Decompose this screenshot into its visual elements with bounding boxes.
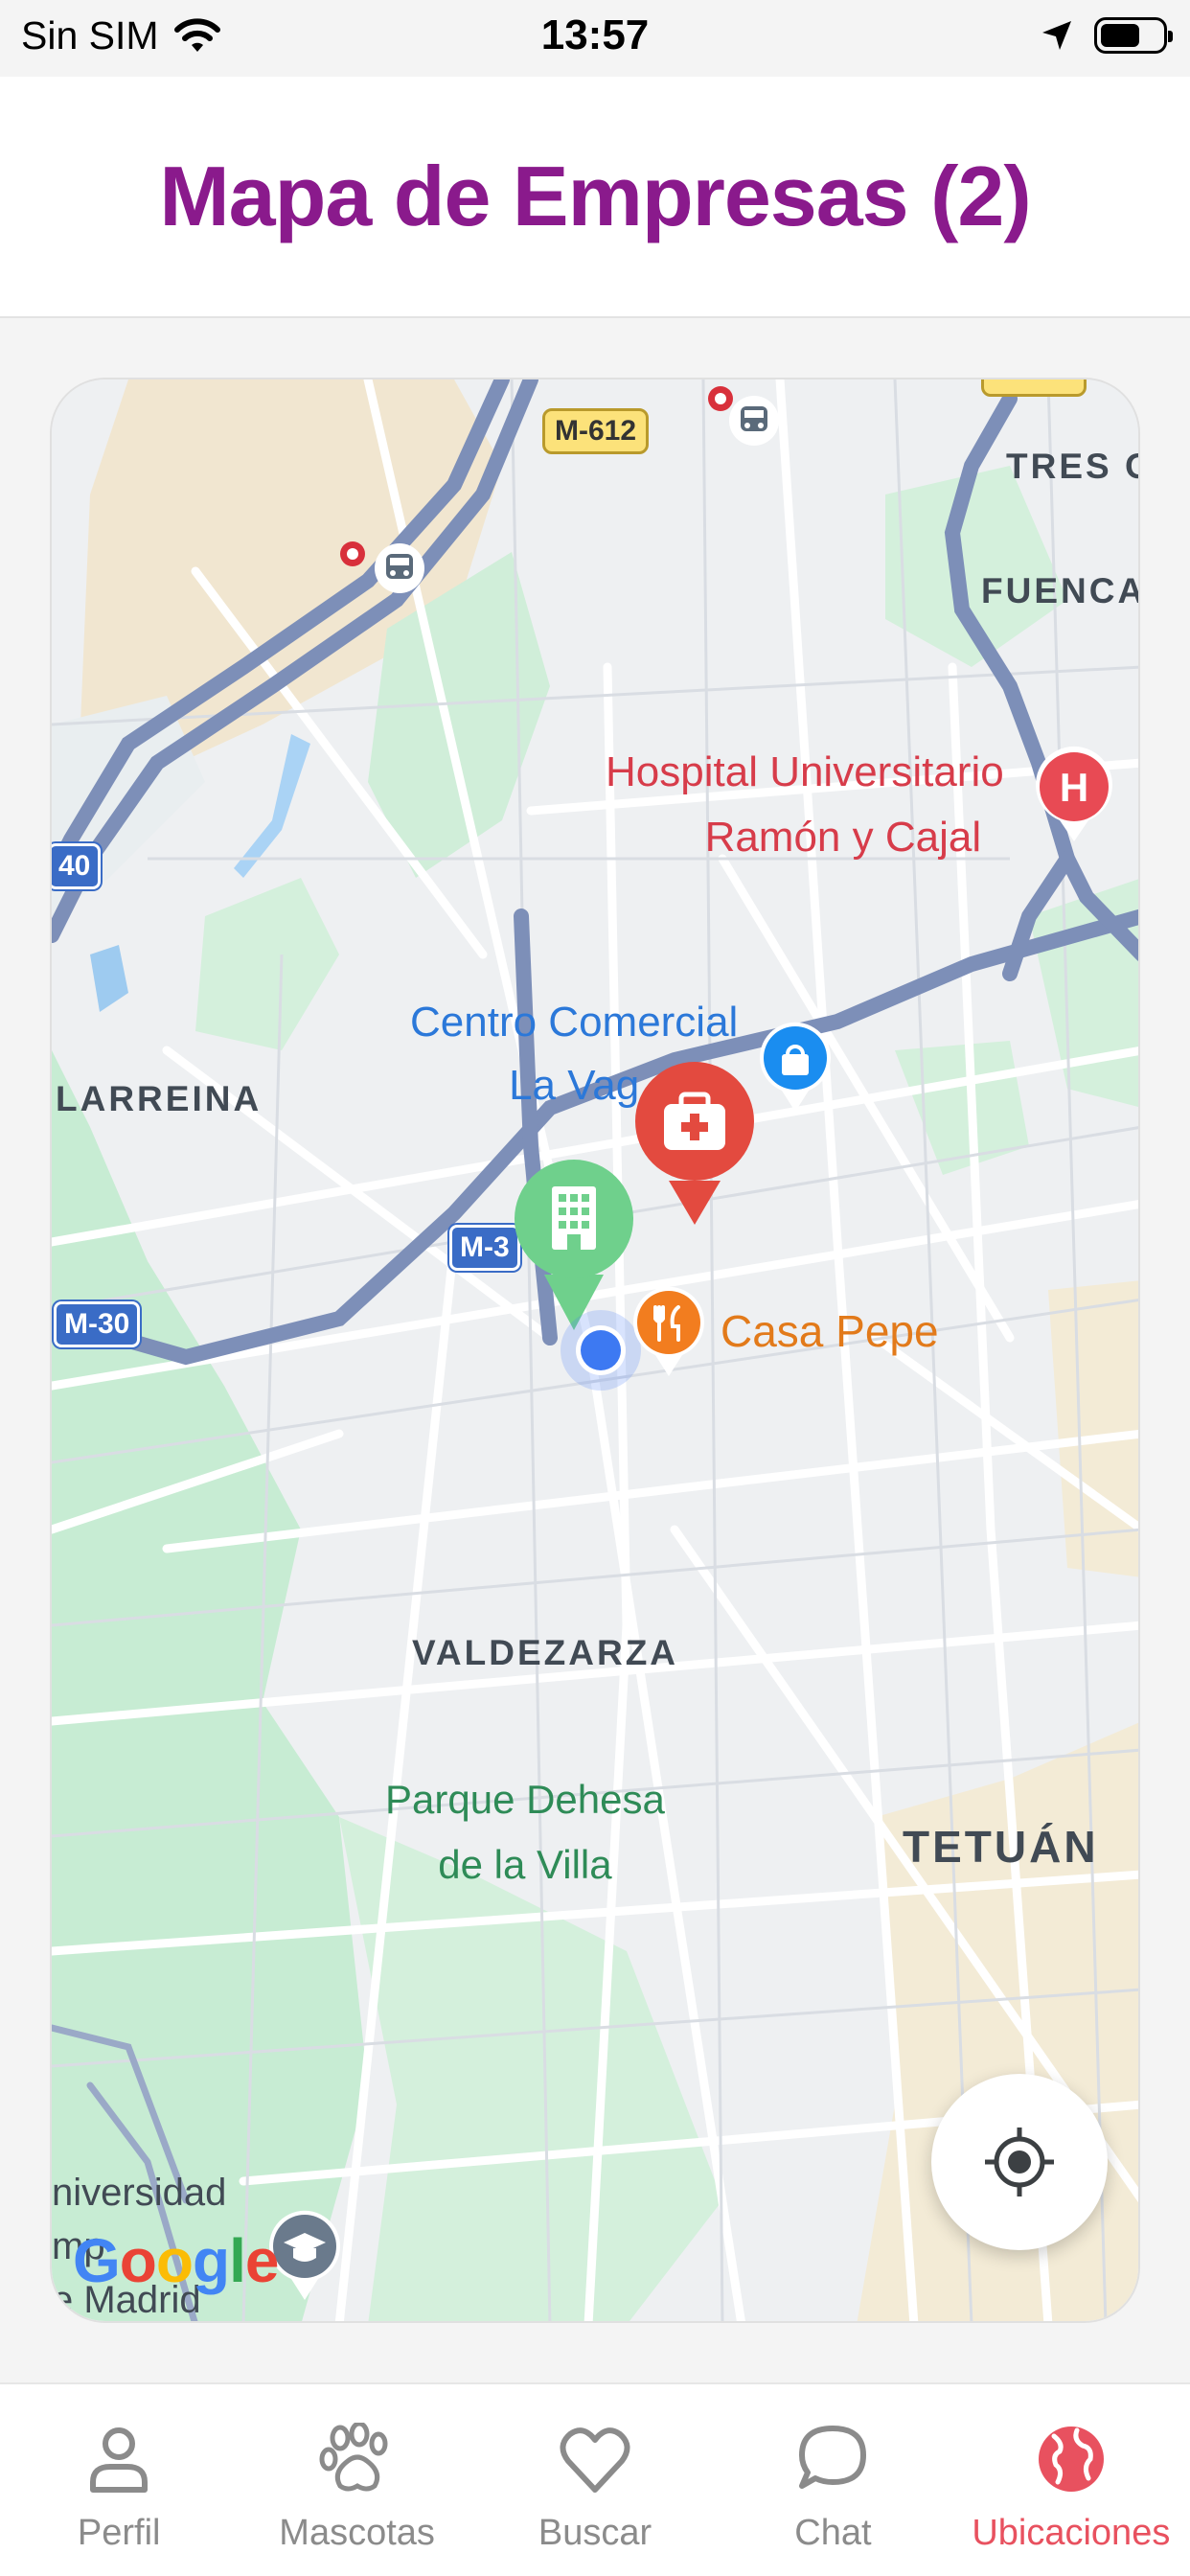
park-name-line1: Parque Dehesa — [385, 1777, 665, 1822]
road-shield-m40: 40 — [52, 843, 102, 889]
hospital-name-line2: Ramón y Cajal — [704, 814, 982, 861]
tab-ubicaciones[interactable]: Ubicaciones — [952, 2384, 1190, 2576]
tab-label: Mascotas — [279, 2513, 435, 2553]
status-right — [1041, 17, 1173, 54]
train-station-icon[interactable] — [728, 395, 780, 447]
mall-name-line1: Centro Comercial — [410, 999, 739, 1046]
district-label-valdezarza: VALDEZARZA — [412, 1633, 679, 1672]
google-attribution-logo: Google — [73, 2225, 280, 2296]
tab-buscar[interactable]: Buscar — [476, 2384, 714, 2576]
road-shield-top-right — [981, 380, 1087, 397]
paw-icon — [319, 2423, 388, 2492]
tab-perfil[interactable]: Perfil — [0, 2384, 238, 2576]
tab-mascotas[interactable]: Mascotas — [238, 2384, 475, 2576]
district-label-fuencarral: FUENCA — [981, 571, 1140, 610]
park-name-line2: de la Villa — [438, 1842, 612, 1887]
tab-label: Perfil — [77, 2513, 161, 2553]
district-label-tres-olivos: TRES O — [1006, 447, 1138, 486]
poi-label-hospital[interactable]: Hospital Universitario Ramón y Cajal — [606, 740, 1004, 870]
hospital-pin-icon[interactable]: H — [1033, 746, 1115, 845]
restaurant-pin-icon[interactable] — [630, 1284, 707, 1380]
tab-bar: Perfil Mascotas Buscar Chat Ubicaciones — [0, 2382, 1190, 2576]
header: Mapa de Empresas (2) — [0, 77, 1190, 318]
tab-label: Chat — [794, 2513, 872, 2553]
business-marker-medical[interactable] — [632, 1056, 757, 1232]
map-view[interactable]: M-612 M-3 M-30 40 TRES O FUENCA LARREINA… — [50, 378, 1140, 2323]
heart-icon — [560, 2427, 630, 2493]
road-shield-m612: M-612 — [542, 408, 650, 454]
tab-label: Buscar — [538, 2513, 652, 2553]
metro-icon — [340, 541, 365, 566]
crosshair-icon — [985, 2128, 1054, 2196]
svg-text:H: H — [1060, 765, 1088, 810]
status-bar: Sin SIM 13:57 — [0, 0, 1190, 77]
tab-label: Ubicaciones — [972, 2513, 1171, 2553]
district-label-tetuan: TETUÁN — [903, 1822, 1099, 1872]
district-label-larreina: LARREINA — [56, 1079, 263, 1118]
person-icon — [90, 2427, 149, 2493]
hospital-name-line1: Hospital Universitario — [606, 748, 1004, 795]
shopping-bag-pin-icon[interactable] — [757, 1020, 834, 1116]
google-letter-o2: o — [155, 2226, 194, 2295]
train-station-icon[interactable] — [374, 542, 425, 594]
road-shield-m30-a: M-3 — [449, 1225, 520, 1271]
status-time: 13:57 — [540, 12, 650, 58]
globe-icon — [1038, 2426, 1104, 2492]
google-letter-g: G — [73, 2226, 121, 2295]
road-shield-m30-b: M-30 — [54, 1301, 141, 1347]
my-location-button[interactable] — [931, 2074, 1108, 2250]
google-letter-o1: o — [119, 2226, 157, 2295]
google-letter-e: e — [244, 2226, 280, 2295]
university-name-line1: niversidad — [52, 2172, 227, 2214]
location-arrow-icon — [1042, 21, 1071, 50]
battery-icon — [1094, 17, 1173, 54]
page-title: Mapa de Empresas (2) — [159, 149, 1031, 243]
google-letter-g2: g — [192, 2226, 230, 2295]
metro-icon — [708, 386, 733, 411]
building-icon — [552, 1186, 596, 1250]
poi-label-casa-pepe[interactable]: Casa Pepe — [721, 1305, 939, 1357]
google-letter-l: l — [229, 2226, 246, 2295]
chat-bubble-icon — [799, 2426, 867, 2489]
tab-chat[interactable]: Chat — [714, 2384, 951, 2576]
poi-label-park[interactable]: Parque Dehesa de la Villa — [385, 1767, 665, 1898]
